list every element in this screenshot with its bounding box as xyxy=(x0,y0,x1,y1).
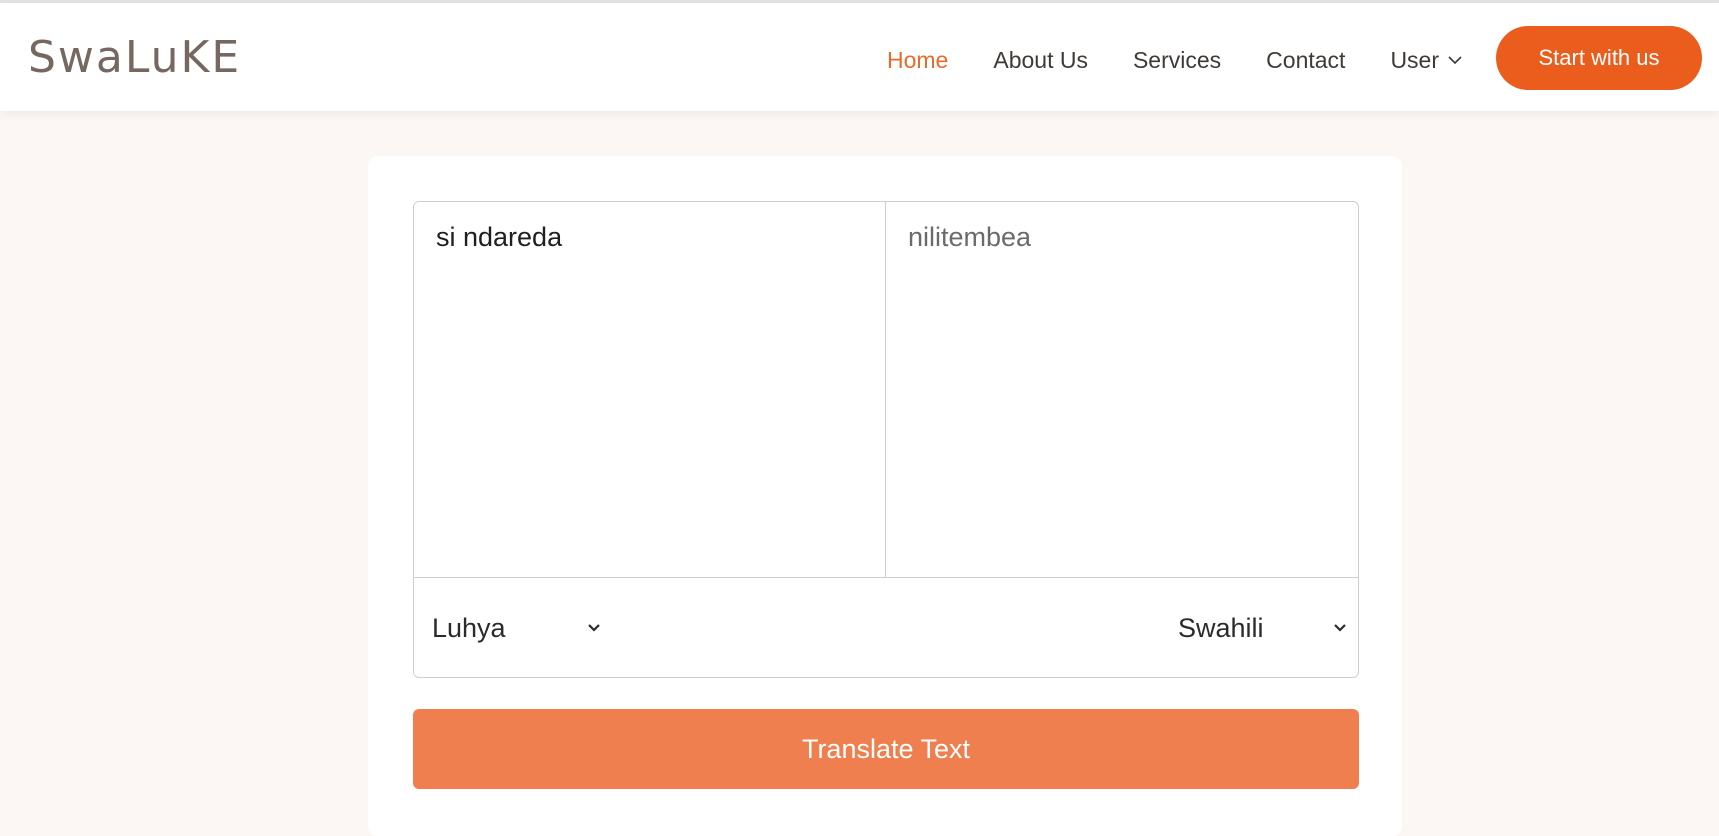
main-nav: Home About Us Services Contact User xyxy=(842,33,1463,87)
chevron-down-icon xyxy=(588,624,600,632)
target-language-value: Swahili xyxy=(1178,612,1264,643)
nav-contact[interactable]: Contact xyxy=(1266,47,1345,74)
nav-home[interactable]: Home xyxy=(887,47,948,74)
target-language-select[interactable]: Swahili xyxy=(1178,578,1348,678)
nav-about-us[interactable]: About Us xyxy=(993,47,1088,74)
translated-text-output[interactable]: nilitembea xyxy=(886,202,1358,577)
site-logo[interactable]: SwaLuKE xyxy=(28,33,241,83)
start-with-us-button[interactable]: Start with us xyxy=(1496,26,1702,90)
site-header: SwaLuKE Home About Us Services Contact U… xyxy=(0,3,1719,111)
source-language-value: Luhya xyxy=(432,612,506,643)
chevron-down-icon xyxy=(1448,56,1462,65)
translator-box: si ndareda nilitembea Luhya Swahili xyxy=(413,201,1359,678)
chevron-down-icon xyxy=(1334,624,1346,632)
source-text-input[interactable]: si ndareda xyxy=(414,202,886,577)
nav-user-label: User xyxy=(1390,46,1439,73)
translate-text-button[interactable]: Translate Text xyxy=(413,709,1359,789)
nav-user-dropdown[interactable]: User xyxy=(1390,47,1463,74)
source-language-select[interactable]: Luhya xyxy=(432,578,602,678)
nav-services[interactable]: Services xyxy=(1133,47,1221,74)
